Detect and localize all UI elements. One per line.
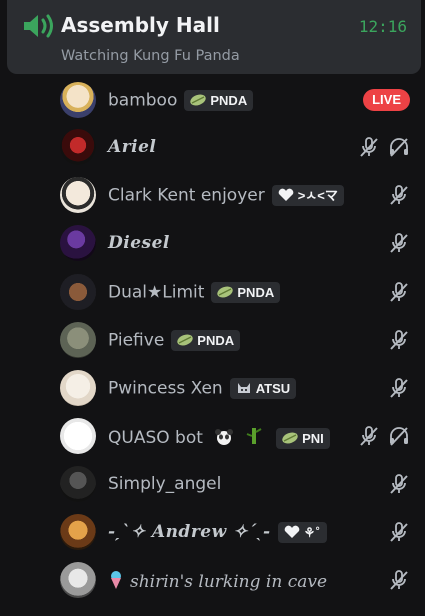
live-badge[interactable]: LIVE — [363, 89, 410, 111]
leaf-icon — [177, 334, 194, 346]
username: bamboo — [108, 90, 178, 111]
mute-icon — [390, 185, 408, 205]
clan-tag[interactable]: PNDA — [211, 282, 281, 303]
mute-icon — [390, 570, 408, 590]
voice-user-row[interactable]: Ariel — [58, 127, 418, 167]
avatar — [60, 514, 96, 550]
voice-user-row[interactable]: Simply_angel — [58, 464, 418, 504]
panda-emoji-icon — [215, 429, 234, 445]
voice-channel-header[interactable]: Assembly Hall 12:16 Watching Kung Fu Pan… — [7, 0, 421, 74]
username: Diesel — [108, 233, 170, 253]
username: Pwincess Xen — [108, 378, 223, 399]
username: Ariel — [108, 137, 157, 157]
mute-icon — [390, 330, 408, 350]
mute-icon — [360, 426, 378, 446]
mute-icon — [360, 137, 378, 157]
leaf-icon — [217, 286, 234, 298]
avatar — [60, 225, 96, 261]
username: QUASO bot — [108, 428, 203, 448]
clan-tag[interactable]: PNI — [276, 427, 330, 449]
clan-tag[interactable]: ATSU — [229, 378, 297, 399]
clan-tag[interactable]: ⚘˚ — [277, 522, 327, 543]
avatar — [60, 370, 96, 406]
clan-tag[interactable]: PNDA — [184, 90, 254, 111]
deafen-icon — [390, 138, 408, 157]
deafen-icon — [390, 427, 408, 446]
heart-icon — [284, 525, 299, 538]
voice-user-row[interactable]: Piefive PNDA — [58, 320, 418, 360]
username: Dual★Limit — [108, 282, 205, 303]
mute-icon — [390, 378, 408, 398]
cat-icon — [237, 383, 250, 393]
voice-user-row[interactable]: bamboo PNDA LIVE — [58, 80, 418, 120]
mute-icon — [390, 474, 408, 494]
voice-channel-speaker-icon — [24, 14, 53, 38]
username: Simply_angel — [108, 474, 222, 494]
avatar — [60, 177, 96, 213]
voice-user-row[interactable]: Dual★Limit PNDA — [58, 272, 418, 312]
channel-activity: Watching Kung Fu Panda — [61, 48, 240, 64]
clan-tag-label: PNDA — [237, 285, 275, 300]
clan-tag-label: PNDA — [210, 93, 248, 108]
avatar — [60, 466, 96, 502]
username: Piefive — [108, 330, 165, 351]
mute-icon — [390, 282, 408, 302]
leaf-icon — [282, 432, 298, 443]
voice-user-row[interactable]: shirin's lurking in cave — [58, 560, 418, 600]
voice-user-row[interactable]: Clark Kent enjoyer >ㅅ<マ — [58, 175, 418, 215]
clan-tag[interactable]: PNDA — [171, 330, 241, 351]
avatar — [60, 418, 96, 454]
voice-user-row[interactable]: Diesel — [58, 223, 418, 263]
avatar — [60, 322, 96, 358]
heart-icon — [278, 188, 294, 201]
clan-tag-label: ⚘˚ — [303, 525, 321, 540]
username: shirin's lurking in cave — [130, 572, 328, 592]
leaf-icon — [190, 94, 207, 106]
clan-tag-label: >ㅅ<マ — [297, 188, 338, 203]
voice-user-row[interactable]: -ˏˋ✧ Andrew ✧ˊˎ- ⚘˚ — [58, 512, 418, 552]
ice-cream-icon — [111, 571, 121, 589]
avatar — [60, 82, 96, 118]
clan-tag-label: PNI — [302, 430, 324, 446]
clan-tag-label: ATSU — [255, 381, 291, 396]
avatar — [60, 562, 96, 598]
username: -ˏˋ✧ Andrew ✧ˊˎ- — [108, 522, 271, 542]
channel-name: Assembly Hall — [61, 13, 220, 37]
elapsed-time: 12:16 — [358, 17, 407, 36]
voice-user-row[interactable]: QUASO bot PNI — [58, 416, 418, 456]
avatar — [60, 129, 96, 165]
mute-icon — [390, 233, 408, 253]
bamboo-emoji-icon — [246, 428, 262, 444]
clan-tag[interactable]: >ㅅ<マ — [271, 185, 344, 206]
username: Clark Kent enjoyer — [108, 185, 265, 206]
avatar — [60, 274, 96, 310]
clan-tag-label: PNDA — [197, 333, 235, 348]
mute-icon — [390, 522, 408, 542]
voice-user-row[interactable]: Pwincess Xen ATSU — [58, 368, 418, 408]
